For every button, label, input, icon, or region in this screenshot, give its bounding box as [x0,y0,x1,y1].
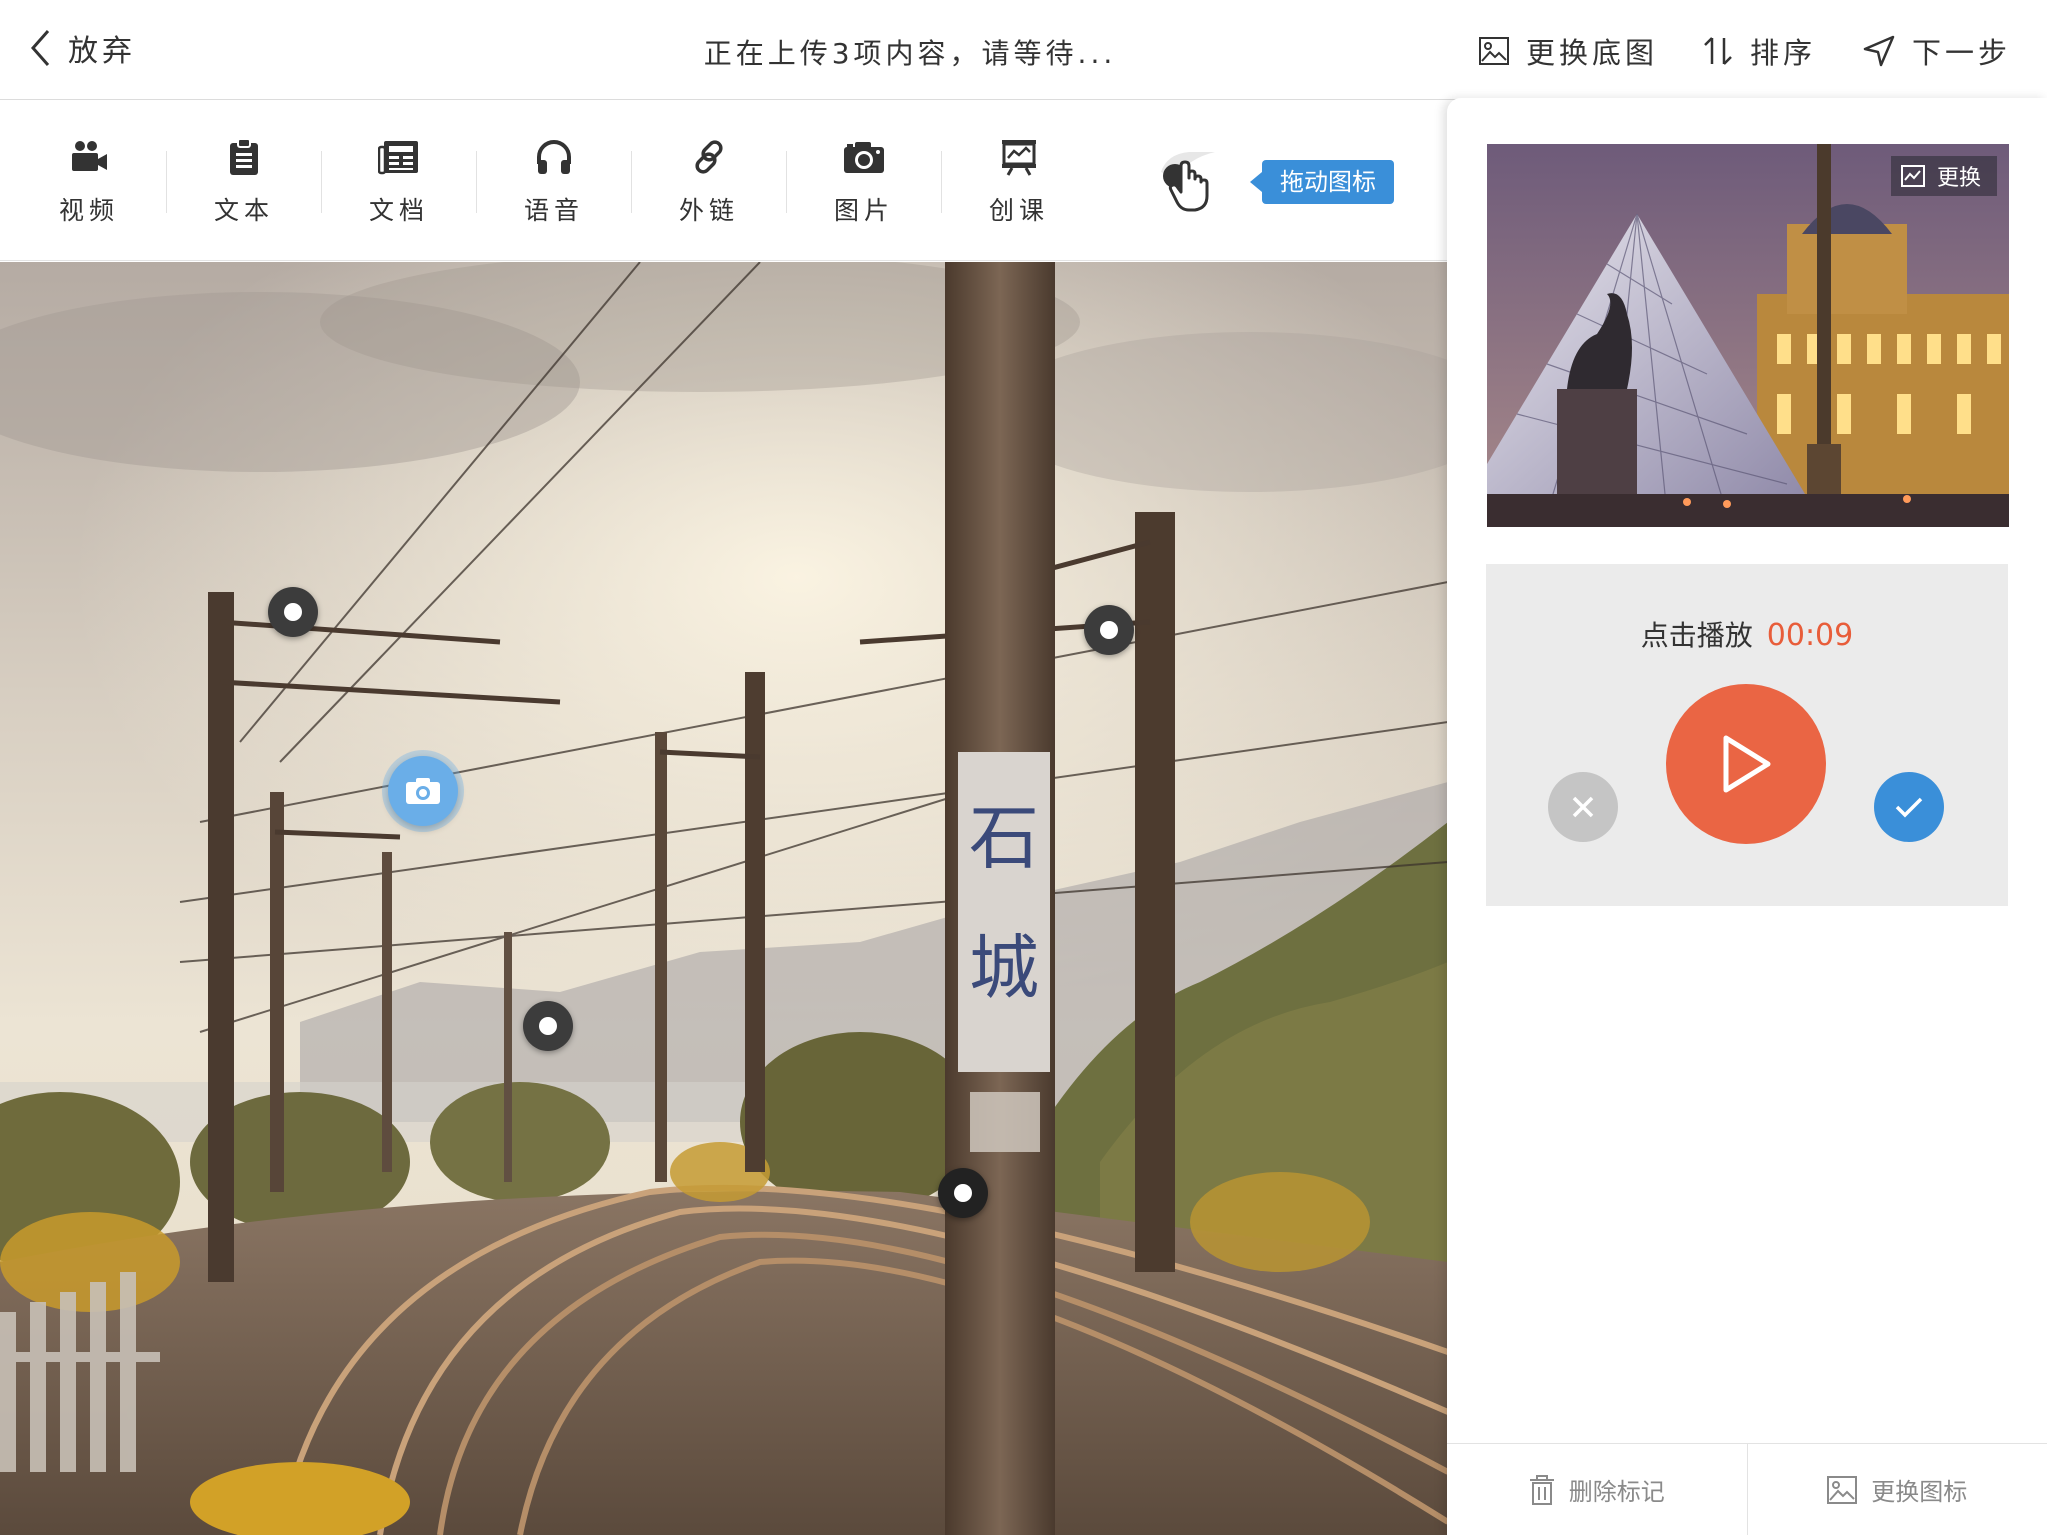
replace-marker-image-label: 更换 [1936,166,1981,191]
tool-link-label: 外链 [678,196,739,225]
audio-player: 点击播放 00:09 [1486,564,2008,906]
hotspot-marker[interactable] [938,1168,988,1218]
sort-arrows-icon [1704,37,1732,65]
sort-label: 排序 [1750,36,1817,70]
chevron-left-icon [30,30,50,66]
play-button[interactable] [1666,684,1826,844]
replace-background-label: 更换底图 [1526,36,1659,70]
louvre-photo [1487,144,2009,527]
replace-icon-button[interactable]: 更换图标 [1746,1444,2047,1535]
image-hotspot-marker[interactable] [388,756,458,826]
panel-footer: 删除标记 更换图标 [1447,1443,2047,1535]
tool-image[interactable]: 图片 [787,135,941,235]
presentation-icon [1002,140,1036,176]
tool-course-label: 创课 [988,196,1049,225]
hotspot-marker[interactable] [268,587,318,637]
svg-text:城: 城 [969,927,1039,1009]
tool-link[interactable]: 外链 [632,135,786,235]
tool-video[interactable]: 视频 [12,135,166,235]
image-icon [1479,37,1509,65]
delete-marker-button[interactable]: 删除标记 [1447,1444,1747,1535]
confirm-button[interactable] [1874,772,1944,842]
marker-image-preview: 更换 [1487,144,2009,527]
tool-text[interactable]: 文本 [167,135,321,235]
tool-document-label: 文档 [368,196,429,225]
replace-marker-image-button[interactable]: 更换 [1890,156,1997,196]
base-image-canvas[interactable]: 石 城 [0,262,1448,1535]
tool-image-label: 图片 [833,196,894,225]
delete-marker-label: 删除标记 [1568,1478,1665,1506]
tool-document[interactable]: 文档 [322,135,476,235]
replace-icon-label: 更换图标 [1871,1478,1968,1506]
play-icon [1723,735,1771,793]
back-label: 放弃 [68,34,136,69]
next-step-button[interactable]: 下一步 [1862,30,2011,72]
image-chart-icon [1900,165,1925,187]
tool-video-label: 视频 [58,196,119,225]
replace-background-button[interactable]: 更换底图 [1478,30,1658,72]
play-info: 点击播放 00:09 [1486,614,2008,654]
cancel-button[interactable] [1548,772,1618,842]
back-button[interactable]: 放弃 [30,26,136,70]
svg-text:石: 石 [969,797,1039,879]
sort-button[interactable]: 排序 [1702,30,1816,72]
navigation-arrow-icon [1863,35,1895,67]
railway-photo: 石 城 [0,262,1448,1535]
close-icon [1572,796,1594,818]
camera-icon [844,142,884,173]
hotspot-marker[interactable] [523,1001,573,1051]
drag-hand-icon[interactable] [1155,150,1235,226]
link-icon [695,140,723,174]
drag-hint-tooltip: 拖动图标 [1250,160,1394,204]
hotspot-marker[interactable] [1084,605,1134,655]
top-bar: 放弃 正在上传3项内容，请等待... 更换底图 排序 下一步 [0,0,2047,100]
play-label: 点击播放 [1640,619,1753,652]
checkmark-icon [1895,797,1923,818]
newspaper-icon [378,141,418,175]
trash-icon [1529,1474,1554,1505]
headphones-icon [537,140,571,174]
clipboard-icon [230,138,258,175]
tool-course[interactable]: 创课 [942,135,1096,235]
audio-duration: 00:09 [1766,618,1854,653]
tool-audio[interactable]: 语音 [477,135,631,235]
tool-audio-label: 语音 [523,196,584,225]
tool-text-label: 文本 [213,196,274,225]
video-camera-icon [72,141,107,171]
camera-icon [406,778,440,804]
marker-edit-panel: 更换 点击播放 00:09 删除标记 更换图标 [1447,98,2047,1535]
upload-status: 正在上传3项内容，请等待... [703,37,1117,70]
next-step-label: 下一步 [1912,36,2012,70]
image-icon [1827,1475,1858,1504]
